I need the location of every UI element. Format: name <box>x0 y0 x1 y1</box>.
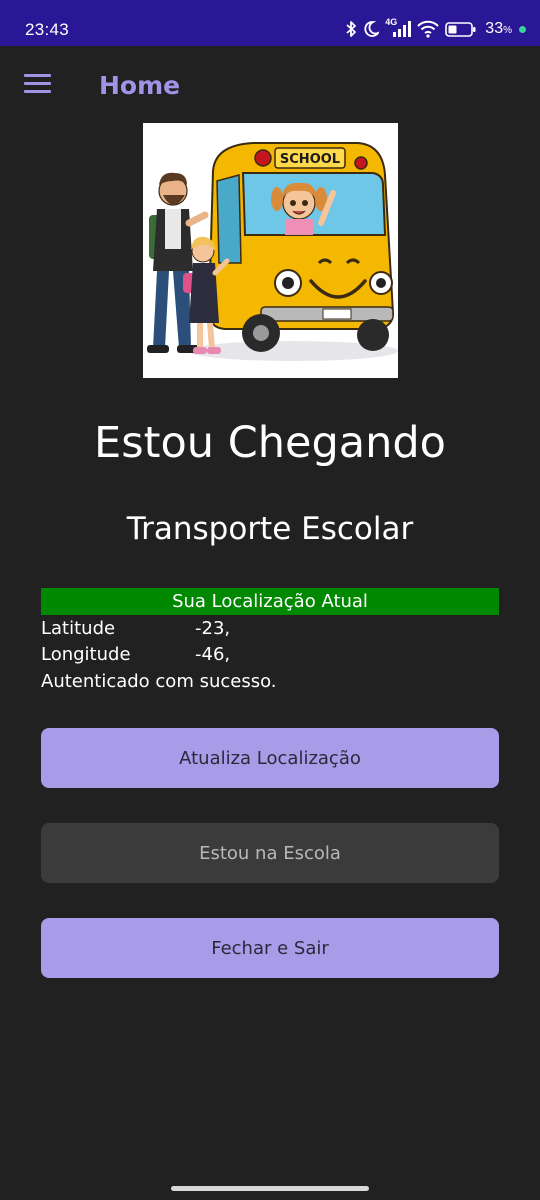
network-type-label: 4G <box>385 17 398 27</box>
close-exit-button[interactable]: Fechar e Sair <box>41 918 499 978</box>
auth-status-message: Autenticado com sucesso. <box>41 671 277 692</box>
school-bus-illustration: SCHOOL <box>143 123 398 378</box>
longitude-value: -46, <box>195 644 231 665</box>
bus-sign-text: SCHOOL <box>280 152 340 167</box>
status-icons: 4G 33% <box>345 17 526 40</box>
app-toolbar: Home <box>0 46 540 128</box>
page-title: Home <box>99 71 181 100</box>
hamburger-menu-icon[interactable] <box>24 74 52 96</box>
latitude-value: -23, <box>195 618 231 639</box>
charging-dot-icon <box>519 25 526 33</box>
location-header: Sua Localização Atual <box>41 588 499 615</box>
status-bar: 23:43 4G 33% <box>0 0 540 46</box>
longitude-label: Longitude <box>41 644 131 665</box>
status-time: 23:43 <box>25 20 70 39</box>
signal-icon: 4G <box>385 17 412 38</box>
at-school-button[interactable]: Estou na Escola <box>41 823 499 883</box>
wifi-icon <box>417 20 440 38</box>
app-name-heading: Estou Chegando <box>94 418 446 468</box>
battery-percent-unit: % <box>503 25 512 36</box>
moon-icon <box>363 20 380 38</box>
update-location-button[interactable]: Atualiza Localização <box>41 728 499 788</box>
battery-icon <box>445 20 477 38</box>
bluetooth-icon <box>345 20 357 38</box>
home-indicator[interactable] <box>171 1186 369 1191</box>
battery-percent-value: 33 <box>485 20 504 37</box>
latitude-label: Latitude <box>41 618 116 639</box>
app-subtitle: Transporte Escolar <box>126 511 414 547</box>
battery-percent: 33% <box>485 20 512 38</box>
